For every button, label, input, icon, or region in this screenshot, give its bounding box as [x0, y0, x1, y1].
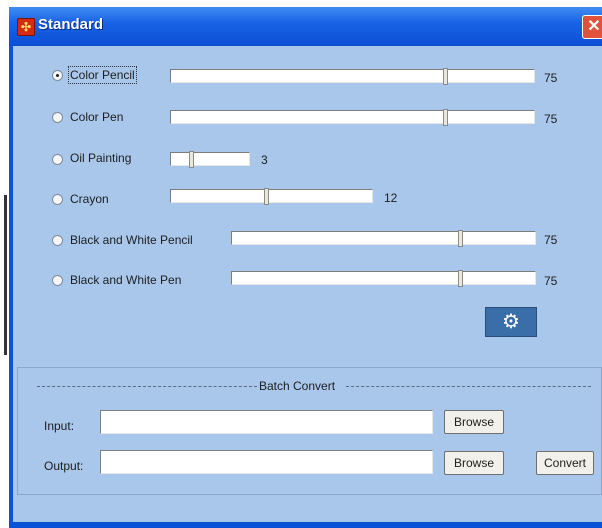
label-color-pencil[interactable]: Color Pencil: [68, 66, 137, 84]
window-title: Standard: [38, 16, 104, 33]
label-crayon[interactable]: Crayon: [70, 192, 109, 206]
slider-thumb[interactable]: [443, 68, 448, 85]
slider-thumb[interactable]: [264, 188, 269, 205]
radio-crayon[interactable]: [52, 194, 63, 205]
label-bw-pen[interactable]: Black and White Pen: [70, 273, 181, 287]
value-color-pen: 75: [544, 112, 558, 126]
slider-color-pen[interactable]: [170, 109, 535, 126]
output-path-field[interactable]: [100, 450, 433, 474]
label-bw-pencil[interactable]: Black and White Pencil: [70, 233, 193, 247]
browse-input-button[interactable]: Browse: [444, 410, 504, 434]
slider-bw-pen[interactable]: [231, 270, 536, 287]
value-crayon: 12: [384, 191, 398, 205]
slider-bw-pencil[interactable]: [231, 230, 536, 247]
slider-oil-painting[interactable]: [170, 151, 250, 168]
input-label: Input:: [44, 419, 75, 433]
left-edge: [0, 0, 9, 528]
value-bw-pen: 75: [544, 274, 558, 288]
radio-oil-painting[interactable]: [52, 154, 63, 165]
slider-crayon[interactable]: [170, 188, 373, 205]
value-oil-painting: 3: [261, 153, 268, 167]
radio-bw-pen[interactable]: [52, 275, 63, 286]
batch-convert-title: Batch Convert: [259, 379, 336, 393]
radio-dot: [56, 74, 59, 77]
slider-thumb[interactable]: [189, 151, 194, 168]
radio-color-pen[interactable]: [52, 112, 63, 123]
app-logo-icon: ✣: [17, 18, 35, 36]
radio-bw-pencil[interactable]: [52, 235, 63, 246]
settings-gear-icon[interactable]: ⚙: [485, 307, 537, 337]
divider: [346, 386, 591, 387]
input-path-field[interactable]: [100, 410, 433, 434]
slider-thumb[interactable]: [443, 109, 448, 126]
browse-output-button[interactable]: Browse: [444, 451, 504, 475]
convert-button[interactable]: Convert: [536, 451, 594, 475]
label-color-pen[interactable]: Color Pen: [70, 110, 123, 124]
slider-color-pencil[interactable]: [170, 68, 535, 85]
left-edge-bar: [4, 195, 7, 355]
label-oil-painting[interactable]: Oil Painting: [70, 151, 131, 165]
divider: [37, 386, 257, 387]
status-bar: [17, 494, 602, 521]
radio-color-pencil[interactable]: [52, 70, 63, 81]
value-color-pencil: 75: [544, 71, 558, 85]
slider-thumb[interactable]: [458, 270, 463, 287]
value-bw-pencil: 75: [544, 233, 558, 247]
slider-thumb[interactable]: [458, 230, 463, 247]
close-button[interactable]: ✕: [582, 15, 602, 39]
output-label: Output:: [44, 459, 84, 473]
